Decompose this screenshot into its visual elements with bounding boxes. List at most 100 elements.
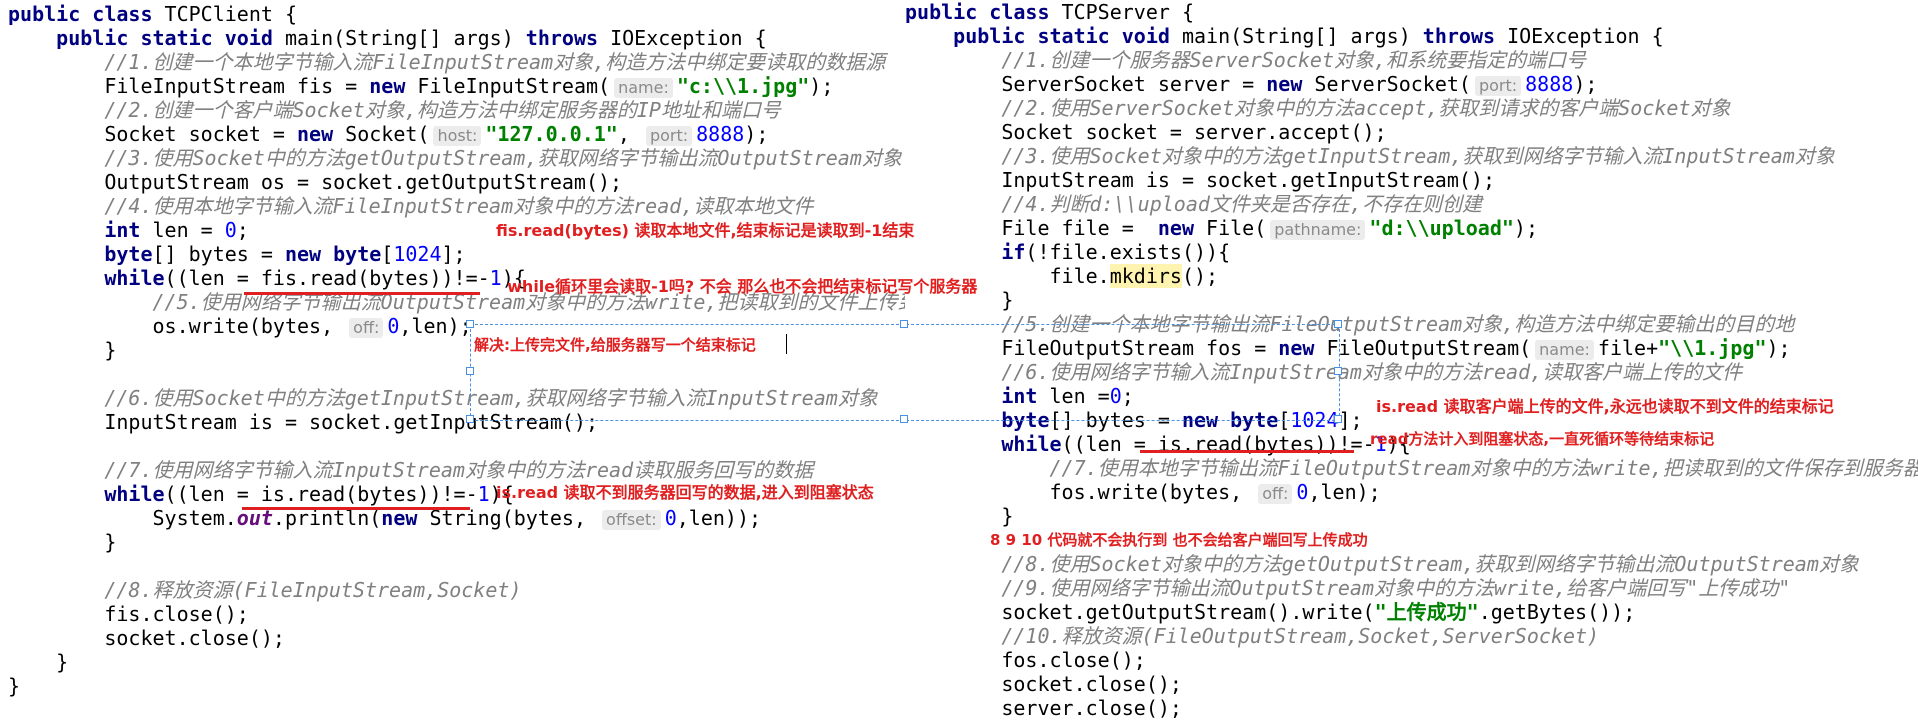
keyword-token: while [104,482,165,506]
code-line[interactable]: Socket socket = new Socket(host: "127.0.0… [8,122,768,146]
code-token: socket.close(); [8,626,285,650]
code-line[interactable]: Socket socket = server.accept(); [905,120,1387,144]
code-token: .getBytes()); [1478,600,1636,624]
comment-token: //8.使用Socket对象中的方法getOutputStream,获取到网络字… [1001,552,1859,576]
selection-handle[interactable] [900,320,908,328]
code-line[interactable]: int len = 0; [8,218,249,242]
code-line[interactable]: //3.使用Socket对象中的方法getInputStream,获取到网络字节… [905,144,1835,168]
code-line[interactable]: byte[] bytes = new byte[1024]; [8,242,465,266]
code-line[interactable]: } [8,650,68,674]
code-line[interactable]: fos.close(); [905,648,1146,672]
keyword-token: new [369,74,418,98]
code-line[interactable]: //2.使用ServerSocket对象中的方法accept,获取到请求的客户端… [905,96,1731,120]
code-line[interactable]: FileInputStream fis = new FileInputStrea… [8,74,833,98]
code-line[interactable]: } [8,674,20,698]
code-line[interactable]: ServerSocket server = new ServerSocket(p… [905,72,1597,96]
code-line[interactable]: //7.使用网络字节输入流InputStream对象中的方法read读取服务回写… [8,458,813,482]
code-line[interactable]: public class TCPClient { [8,2,297,26]
code-line[interactable]: socket.close(); [8,626,285,650]
code-line[interactable]: while((len = fis.read(bytes))!=-1){ [8,266,525,290]
comment-token: //10.释放资源(FileOutputStream,Socket,Server… [1001,624,1600,648]
code-line[interactable]: } [8,338,116,362]
code-token: TCPClient { [164,2,297,26]
parameter-hint: host: [433,126,482,146]
parameter-hint: port: [1474,76,1522,96]
code-line[interactable]: //4.判断d:\\upload文件夹是否存在,不存在则创建 [905,192,1482,216]
code-line[interactable]: //8.释放资源(FileInputStream,Socket) [8,578,521,602]
selection-handle[interactable] [466,415,474,423]
code-line[interactable]: //4.使用本地字节输入流FileInputStream对象中的方法read,读… [8,194,813,218]
code-line[interactable]: //9.使用网络字节输出流OutputStream对象中的方法write,给客户… [905,576,1790,600]
keyword-token: throws [1422,24,1508,48]
code-line[interactable]: os.write(bytes, off: 0,len); [8,314,472,338]
code-line[interactable]: //1.创建一个本地字节输入流FileInputStream对象,构造方法中绑定… [8,50,885,74]
code-line[interactable]: File file = new File(pathname: "d:\\uploa… [905,216,1538,240]
code-token: ,len); [1308,480,1381,504]
number-token: 8888 [1525,72,1574,96]
code-line[interactable]: //3.使用Socket中的方法getOutputStream,获取网络字节输出… [8,146,902,170]
code-token: File( [1206,216,1267,240]
selection-handle[interactable] [900,415,908,423]
code-token: Socket socket = server.accept(); [905,120,1387,144]
selection-handle[interactable] [1334,367,1342,375]
code-line[interactable]: server.close(); [905,696,1182,720]
code-line[interactable]: OutputStream os = socket.getOutputStream… [8,170,622,194]
comment-token: //3.使用Socket中的方法getOutputStream,获取网络字节输出… [104,146,902,170]
code-token: IOException { [610,26,767,50]
code-line[interactable]: //7.使用本地字节输出流FileOutputStream对象中的方法write… [905,456,1918,480]
selection-handle[interactable] [1334,415,1342,423]
code-token: ,len)); [676,506,762,530]
code-token: } [8,650,69,674]
code-line[interactable]: fis.close(); [8,602,249,626]
number-token: 0 [1296,480,1309,504]
code-line[interactable]: public static void main(String[] args) t… [8,26,767,50]
code-line[interactable]: //1.创建一个服务器ServerSocket对象,和系统要指定的端口号 [905,48,1586,72]
code-line[interactable]: //10.释放资源(FileOutputStream,Socket,Server… [905,624,1599,648]
code-line[interactable]: while((len = is.read(bytes))!=-1){ [8,482,513,506]
code-token: os.write(bytes, [8,314,346,338]
comment-token: //2.创建一个客户端Socket对象,构造方法中绑定服务器的IP地址和端口号 [104,98,781,122]
number-token: 8888 [696,122,745,146]
keyword-token: public class [905,0,1062,24]
selection-handle[interactable] [466,320,474,328]
annotation-client-solution[interactable]: 解决:上传完文件,给服务器写一个结束标记 [474,334,756,356]
code-line[interactable]: } [8,530,116,554]
code-line[interactable]: public class TCPServer { [905,0,1194,24]
code-line[interactable]: socket.close(); [905,672,1182,696]
code-line[interactable]: InputStream is = socket.getInputStream()… [905,168,1495,192]
method-token: mkdirs [1109,264,1182,288]
code-line[interactable]: //2.创建一个客户端Socket对象,构造方法中绑定服务器的IP地址和端口号 [8,98,781,122]
code-line[interactable]: //8.使用Socket对象中的方法getOutputStream,获取到网络字… [905,552,1859,576]
code-token: ((len = is.read(bytes))!=- [164,482,478,506]
selection-handle[interactable] [1334,320,1342,328]
number-token: 0 [224,218,237,242]
code-token: } [8,338,117,362]
comment-token: //4.使用本地字节输入流FileInputStream对象中的方法read,读… [104,194,814,218]
code-token: ); [809,74,834,98]
selection-handle[interactable] [466,367,474,375]
comment-token: //3.使用Socket对象中的方法getInputStream,获取到网络字节… [1001,144,1835,168]
keyword-token: new byte [284,242,382,266]
annotation-client-read-end-mark: fis.read(bytes) 读取本地文件,结束标记是读取到-1结束 [496,221,915,240]
code-line[interactable]: public static void main(String[] args) t… [905,24,1663,48]
comment-token: //7.使用本地字节输出流FileOutputStream对象中的方法write… [1049,456,1918,480]
code-token: Socket( [345,122,430,146]
parameter-hint: name: [1535,340,1594,360]
code-token: [ [381,242,394,266]
code-line[interactable]: socket.getOutputStream().write("上传成功".ge… [905,600,1635,624]
code-line[interactable]: fos.write(bytes, off: 0,len); [905,480,1381,504]
code-line[interactable]: } [905,504,1013,528]
code-token: ); [1766,336,1791,360]
comment-token: //2.使用ServerSocket对象中的方法accept,获取到请求的客户端… [1001,96,1731,120]
